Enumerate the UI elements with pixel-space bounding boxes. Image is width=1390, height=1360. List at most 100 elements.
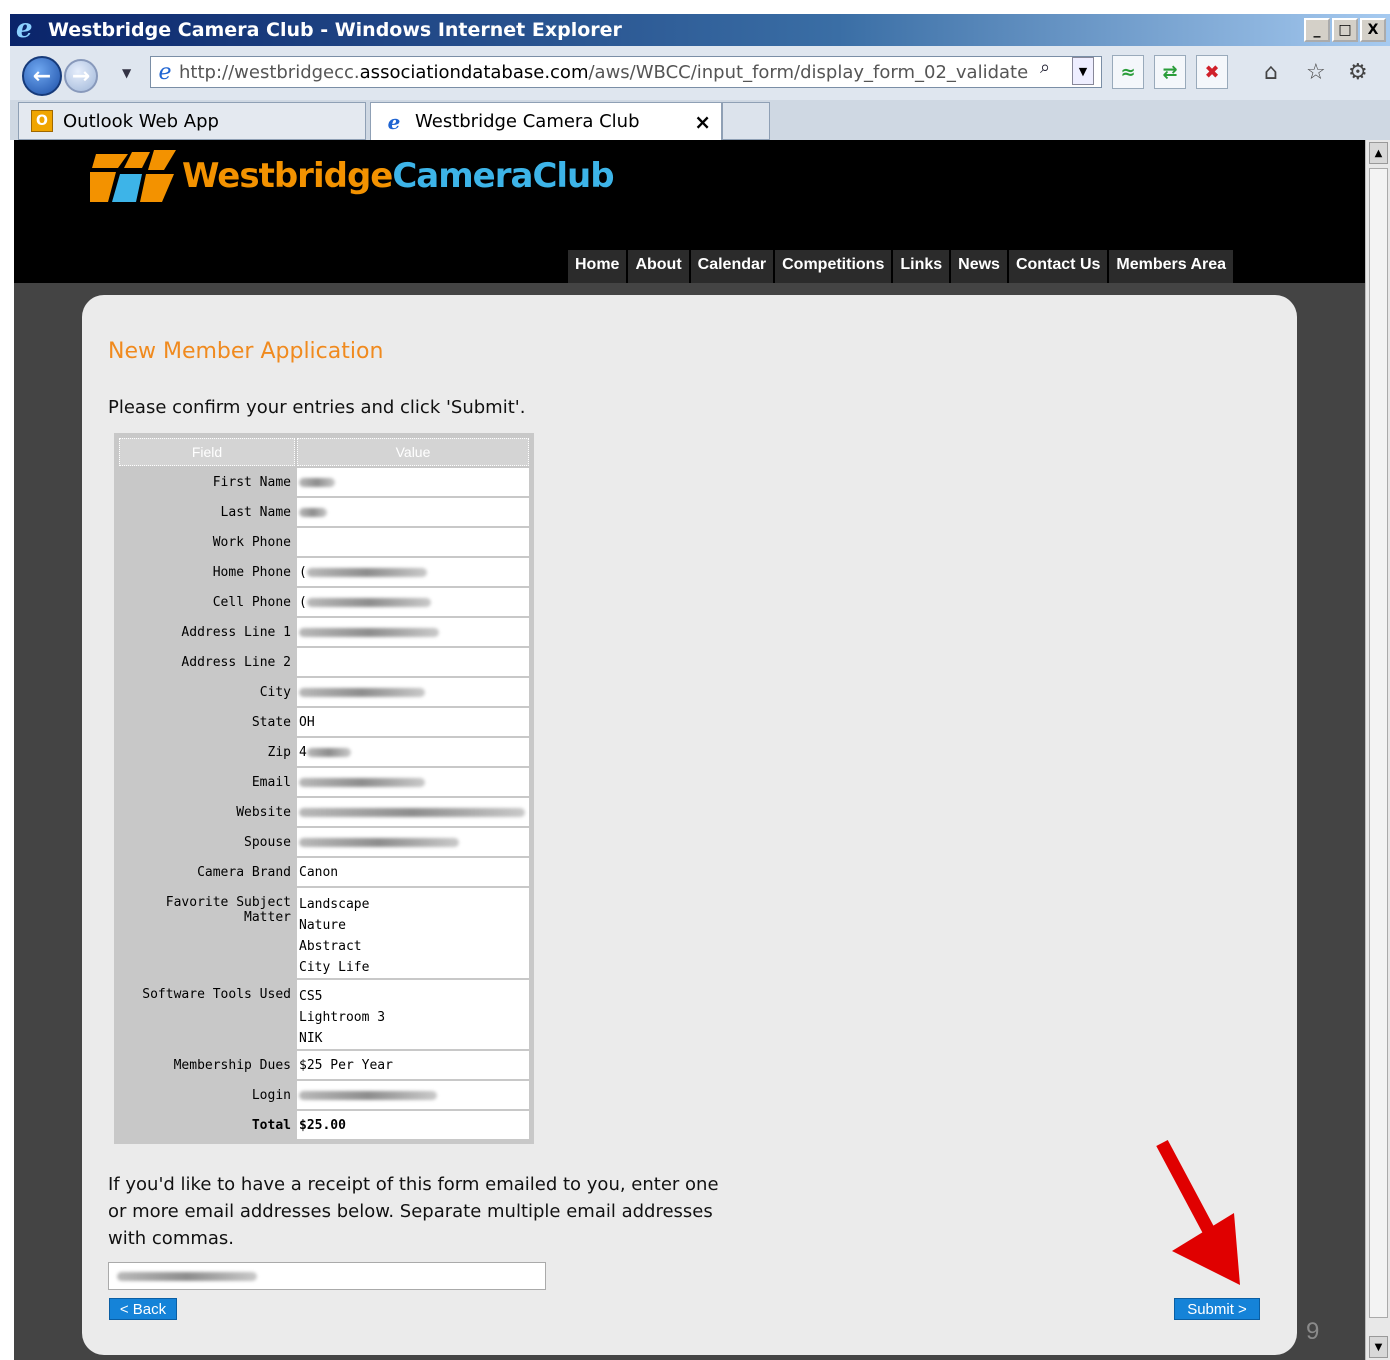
ie-page-icon: e xyxy=(387,109,401,134)
scroll-up-icon[interactable]: ▲ xyxy=(1369,142,1388,164)
nav-home[interactable]: Home xyxy=(568,250,629,283)
table-row: Work Phone xyxy=(119,528,529,556)
nav-news[interactable]: News xyxy=(951,250,1009,283)
field-value: 4 xyxy=(297,738,529,766)
redacted-value xyxy=(299,1091,437,1100)
table-row: Spouse xyxy=(119,828,529,856)
field-value-line: Lightroom 3 xyxy=(299,1010,386,1025)
field-value-line: Abstract xyxy=(299,939,362,954)
favorites-star-icon[interactable]: ☆ xyxy=(1306,60,1326,85)
table-row: Total $25.00 xyxy=(119,1111,529,1139)
field-label: City xyxy=(119,678,295,706)
outlook-icon: O xyxy=(31,110,53,132)
redacted-value xyxy=(299,508,327,517)
gear-icon[interactable]: ⚙ xyxy=(1348,60,1368,85)
redacted-value xyxy=(299,688,425,697)
scroll-down-icon[interactable]: ▼ xyxy=(1369,1336,1388,1358)
refresh-icon[interactable]: ⇄ xyxy=(1154,55,1186,89)
redacted-value xyxy=(306,748,351,757)
submit-button[interactable]: Submit > xyxy=(1174,1298,1260,1320)
field-value-text: OH xyxy=(299,715,315,730)
window-titlebar: e Westbridge Camera Club - Windows Inter… xyxy=(10,14,1390,46)
column-header-value: Value xyxy=(297,438,529,466)
tab-outlook[interactable]: O Outlook Web App xyxy=(18,102,366,140)
redacted-email xyxy=(117,1272,257,1281)
home-icon[interactable]: ⌂ xyxy=(1264,60,1278,85)
stop-icon[interactable]: ✖ xyxy=(1196,55,1228,89)
field-label: Zip xyxy=(119,738,295,766)
address-dropdown-icon[interactable]: ▼ xyxy=(1072,57,1094,85)
vertical-scrollbar[interactable]: ▲ ▼ xyxy=(1365,140,1390,1360)
close-window-button[interactable]: X xyxy=(1360,18,1386,42)
confirmation-table: Field Value First Name Last Name Work Phon… xyxy=(114,433,534,1144)
forward-arrow-icon[interactable]: → xyxy=(64,59,98,93)
nav-links[interactable]: Links xyxy=(893,250,952,283)
field-value-line: City Life xyxy=(299,960,370,975)
page-title: New Member Application xyxy=(108,339,384,364)
scrollbar-thumb[interactable] xyxy=(1369,168,1388,1318)
field-value xyxy=(297,498,529,526)
table-row: Zip 4 xyxy=(119,738,529,766)
confirm-instructions: Please confirm your entries and click 'S… xyxy=(108,397,526,418)
table-row: Last Name xyxy=(119,498,529,526)
field-label: Website xyxy=(119,798,295,826)
nav-about[interactable]: About xyxy=(628,250,691,283)
compatibility-view-icon[interactable]: ≈ xyxy=(1112,55,1144,89)
close-tab-icon[interactable]: × xyxy=(694,110,711,134)
back-button[interactable]: < Back xyxy=(109,1298,177,1320)
address-bar[interactable]: e http://westbridgecc. associationdatabas… xyxy=(150,56,1102,88)
field-label: Cell Phone xyxy=(119,588,295,616)
field-value xyxy=(297,618,529,646)
nav-members-area[interactable]: Members Area xyxy=(1109,250,1236,283)
content-panel: New Member Application Please confirm yo… xyxy=(82,295,1297,1355)
redacted-value xyxy=(299,778,425,787)
redacted-value xyxy=(299,478,335,487)
maximize-button[interactable]: □ xyxy=(1332,18,1358,42)
tab-label: Westbridge Camera Club xyxy=(415,111,640,132)
search-icon[interactable]: ⌕ xyxy=(1040,57,1050,78)
field-value-line: CS5 xyxy=(299,989,323,1004)
ie-logo-icon: e xyxy=(16,14,33,44)
field-label: Camera Brand xyxy=(119,858,295,886)
field-value xyxy=(297,648,529,676)
table-row: Email xyxy=(119,768,529,796)
field-value-text: ( xyxy=(299,595,307,610)
nav-calendar[interactable]: Calendar xyxy=(691,250,776,283)
history-dropdown-icon[interactable]: ▼ xyxy=(122,66,131,80)
new-tab-button[interactable] xyxy=(722,102,770,140)
nav-contact-us[interactable]: Contact Us xyxy=(1009,250,1110,283)
table-row: Login xyxy=(119,1081,529,1109)
field-label: Spouse xyxy=(119,828,295,856)
field-value xyxy=(297,768,529,796)
nav-competitions[interactable]: Competitions xyxy=(775,250,894,283)
back-arrow-icon[interactable]: ← xyxy=(22,56,62,96)
club-logo[interactable]: WestbridgeCameraClub xyxy=(88,146,615,206)
field-value: ( xyxy=(297,588,529,616)
table-row: Membership Dues $25 Per Year xyxy=(119,1051,529,1079)
minimize-button[interactable]: _ xyxy=(1304,18,1330,42)
table-row: Cell Phone ( xyxy=(119,588,529,616)
url-path: /aws/WBCC/input_form/display_form_02_val… xyxy=(588,61,1029,83)
field-value-text: 4 xyxy=(299,745,307,760)
field-value-text: $25.00 xyxy=(299,1118,346,1133)
field-value xyxy=(297,528,529,556)
redacted-value xyxy=(299,628,439,637)
field-label: Address Line 1 xyxy=(119,618,295,646)
window-controls: _ □ X xyxy=(1304,18,1386,42)
red-annotation-arrow-icon xyxy=(1156,1139,1240,1285)
field-label: Software Tools Used xyxy=(119,980,295,1049)
tab-westbridge[interactable]: e Westbridge Camera Club × xyxy=(370,102,722,140)
receipt-instructions: If you'd like to have a receipt of this … xyxy=(108,1174,719,1249)
field-value xyxy=(297,798,529,826)
field-value-text: Canon xyxy=(299,865,339,880)
browser-navbar: ← → ▼ e http://westbridgecc. associationd… xyxy=(10,46,1390,100)
table-row: Software Tools Used CS5 Lightroom 3 NIK xyxy=(119,980,529,1049)
main-nav: Home About Calendar Competitions Links N… xyxy=(568,250,1236,283)
field-label: First Name xyxy=(119,468,295,496)
table-row: Home Phone ( xyxy=(119,558,529,586)
field-value: Landscape Nature Abstract City Life xyxy=(297,888,529,978)
window-title: Westbridge Camera Club - Windows Interne… xyxy=(48,19,622,41)
receipt-email-input[interactable] xyxy=(108,1262,546,1290)
page-icon: e xyxy=(158,59,172,85)
field-label: Email xyxy=(119,768,295,796)
